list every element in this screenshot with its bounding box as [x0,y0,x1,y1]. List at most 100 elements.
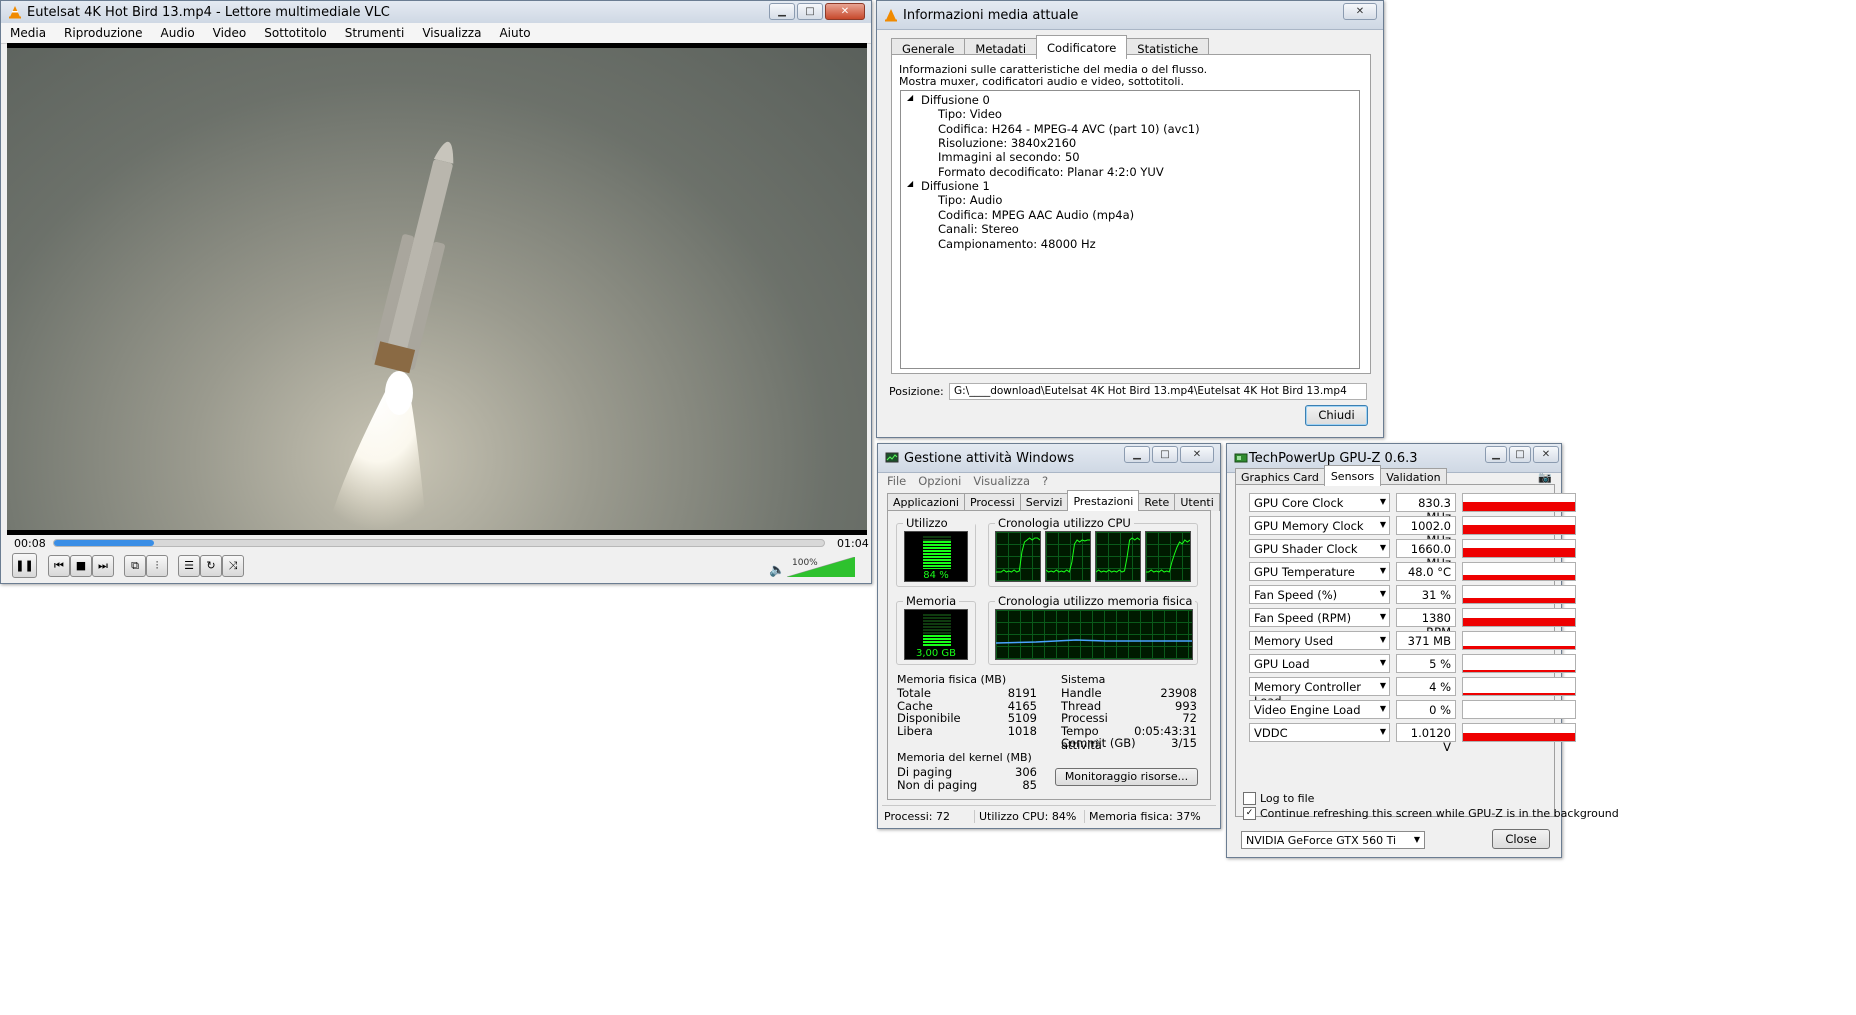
sensor-name: GPU Shader Clock [1254,542,1358,556]
minimize-icon[interactable]: ▁ [1485,446,1507,463]
chevron-down-icon: ▼ [1379,543,1386,552]
close-icon[interactable]: ✕ [825,3,865,20]
menu-aiuto[interactable]: Aiuto [490,23,539,43]
stream-0-line: Tipo: Video [938,107,1002,121]
minimize-icon[interactable]: ▁ [1124,446,1150,463]
menu-help[interactable]: ? [1036,472,1054,490]
maximize-icon[interactable]: □ [1152,446,1178,463]
sensor-graph [1462,654,1576,673]
resource-monitor-button[interactable]: Monitoraggio risorse... [1055,768,1198,786]
close-icon[interactable]: ✕ [1180,446,1214,463]
tab-rete[interactable]: Rete [1138,493,1176,511]
playlist-button[interactable]: ☰ [178,555,200,577]
next-button[interactable]: ⏭ [92,555,114,577]
sensor-name-dropdown[interactable]: GPU Temperature ▼ [1249,562,1390,581]
video-surface[interactable] [7,43,867,535]
system-row: Handle 23908 [1061,686,1197,700]
cpu-usage-group: Utilizzo CPU 84 % [896,516,976,587]
gpuz-close-button[interactable]: Close [1492,829,1550,849]
seek-bar-fill [54,540,155,546]
maximize-icon[interactable]: □ [797,3,823,20]
tab-processi[interactable]: Processi [963,493,1021,511]
cpu-core-graph [1095,531,1141,582]
menu-visualizza[interactable]: Visualizza [967,472,1036,490]
chevron-down-icon: ▼ [1379,612,1386,621]
camera-icon[interactable]: 📷 [1538,471,1552,484]
sensor-graph [1462,608,1576,627]
menu-visualizza[interactable]: Visualizza [413,23,490,43]
tab-applicazioni[interactable]: Applicazioni [887,493,965,511]
loop-button[interactable]: ↻ [200,555,222,577]
sensor-value: 4 % [1396,677,1456,696]
seek-bar[interactable] [53,539,825,547]
menu-strumenti[interactable]: Strumenti [336,23,414,43]
tree-expander-icon[interactable]: ◢ [907,93,913,102]
chevron-down-icon: ▼ [1379,635,1386,644]
time-total: 01:04 [837,537,869,550]
sensor-graph-fill [1463,618,1575,626]
menu-file[interactable]: File [878,472,912,490]
log-to-file-checkbox[interactable] [1243,792,1256,805]
tab-sensors[interactable]: Sensors [1323,465,1382,486]
menu-audio[interactable]: Audio [152,23,204,43]
tab-codificatore[interactable]: Codificatore [1036,35,1128,59]
position-field[interactable]: G:\____download\Eutelsat 4K Hot Bird 13.… [949,383,1367,400]
sensor-graph-fill [1463,502,1575,511]
volume-slider[interactable] [787,557,855,577]
previous-button[interactable]: ⏮ [48,555,70,577]
stop-button[interactable]: ■ [70,555,92,577]
physical-memory-title: Memoria fisica (MB) [897,673,1007,686]
sensor-name-dropdown[interactable]: GPU Core Clock ▼ [1249,493,1390,512]
menu-media[interactable]: Media [1,23,55,43]
extended-settings-button[interactable]: ⫶ [146,555,168,577]
system-title: Sistema [1061,673,1106,686]
cpu-usage-bars [923,536,951,569]
gpuz-window: TechPowerUp GPU-Z 0.6.3 ▁ □ ✕ Graphics C… [1226,443,1619,858]
sensor-name-dropdown[interactable]: GPU Memory Clock ▼ [1249,516,1390,535]
vlc-window: Eutelsat 4K Hot Bird 13.mp4 - Lettore mu… [0,0,872,584]
sensor-name-dropdown[interactable]: VDDC ▼ [1249,723,1390,742]
sensor-name-dropdown[interactable]: Memory Controller Load▼ [1249,677,1390,708]
vlc-titlebar[interactable]: Eutelsat 4K Hot Bird 13.mp4 - Lettore mu… [1,1,871,24]
pause-button[interactable]: ❚❚ [12,553,37,578]
speaker-icon[interactable]: 🔈 [769,563,785,578]
stream-0-line: Formato decodificato: Planar 4:2:0 YUV [938,165,1164,179]
sensor-name: Fan Speed (%) [1254,588,1338,602]
stream-0-line: Codifica: H264 - MPEG-4 AVC (part 10) (a… [938,122,1200,136]
sensor-name-dropdown[interactable]: GPU Load ▼ [1249,654,1390,673]
sensor-name-dropdown[interactable]: Fan Speed (%) ▼ [1249,585,1390,604]
menu-sottotitolo[interactable]: Sottotitolo [255,23,335,43]
sensor-name-dropdown[interactable]: GPU Shader Clock ▼ [1249,539,1390,558]
menu-video[interactable]: Video [204,23,256,43]
sensor-name-dropdown[interactable]: Memory Used ▼ [1249,631,1390,650]
gpu-select[interactable]: NVIDIA GeForce GTX 560 Ti ▼ [1241,831,1425,849]
maximize-icon[interactable]: □ [1509,446,1531,463]
sensor-name-dropdown[interactable]: Video Engine Load ▼ [1249,700,1390,719]
tab-servizi[interactable]: Servizi [1019,493,1069,511]
shuffle-button[interactable]: ⤨ [222,555,244,577]
fullscreen-button[interactable]: ⧉ [124,555,146,577]
sensor-name-dropdown[interactable]: Fan Speed (RPM) ▼ [1249,608,1390,627]
media-info-title: Informazioni media attuale [903,8,1079,23]
task-manager-titlebar[interactable]: Gestione attività Windows ▁ □ ✕ [878,444,1220,473]
stream-1-line: Canali: Stereo [938,222,1019,236]
continue-refresh-checkbox[interactable]: ✓ [1243,807,1256,820]
stream-0-name[interactable]: Diffusione 0 [921,93,990,107]
task-manager-tabs: Applicazioni Processi Servizi Prestazion… [887,490,1220,511]
chiudi-button[interactable]: Chiudi [1305,405,1368,426]
sensor-graph [1462,516,1576,535]
media-info-titlebar[interactable]: Informazioni media attuale ✕ [877,1,1383,30]
close-icon[interactable]: ✕ [1343,3,1377,20]
menu-riproduzione[interactable]: Riproduzione [55,23,152,43]
sensor-graph-fill [1463,693,1575,695]
sensor-graph [1462,539,1576,558]
tree-expander-icon[interactable]: ◢ [907,179,913,188]
sensor-value: 48.0 °C [1396,562,1456,581]
memory-history-title: Cronologia utilizzo memoria fisica [995,594,1196,608]
minimize-icon[interactable]: ▁ [769,3,795,20]
tab-utenti[interactable]: Utenti [1174,493,1220,511]
menu-opzioni[interactable]: Opzioni [912,472,967,490]
stream-1-name[interactable]: Diffusione 1 [921,179,990,193]
tab-prestazioni[interactable]: Prestazioni [1067,490,1140,511]
close-icon[interactable]: ✕ [1533,446,1559,463]
